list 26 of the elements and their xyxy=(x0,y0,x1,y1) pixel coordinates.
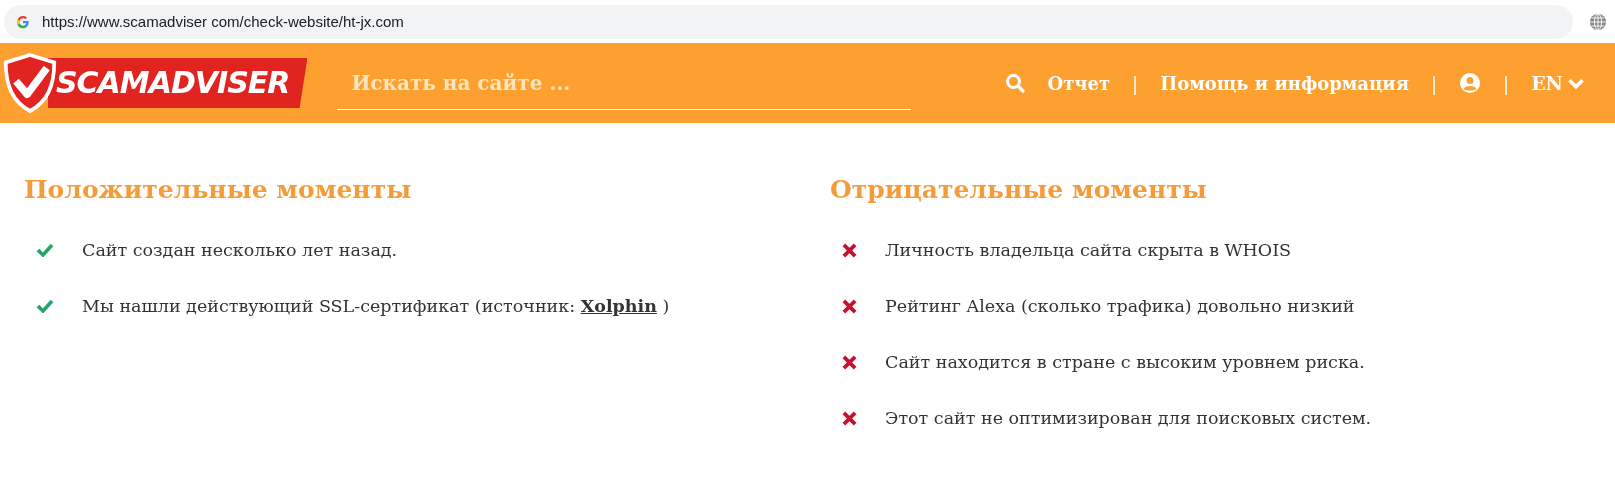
list-item-text: Сайт находится в стране с высоким уровнем риска. xyxy=(885,352,1365,372)
nav-separator: | xyxy=(1431,72,1438,94)
section-heading: Положительные моменты xyxy=(24,175,413,204)
list-item-text: Мы нашли действующий SSL-сертификат (источник: Xolphin ) xyxy=(82,296,670,316)
search-field[interactable]: Искать на сайте ... xyxy=(337,56,912,110)
source-link[interactable]: Xolphin xyxy=(580,296,657,316)
nav-separator: | xyxy=(1132,72,1139,94)
list-item-text: Рейтинг Alexa (сколько трафика) довольно низкий xyxy=(885,296,1355,316)
google-icon xyxy=(16,14,30,29)
nav-separator: | xyxy=(1503,72,1510,94)
list-item-text: Личность владельца сайта скрыта в WHOIS xyxy=(885,240,1292,260)
account-icon[interactable] xyxy=(1459,72,1482,94)
chevron-down-icon xyxy=(1567,76,1585,90)
address-bar[interactable]: https://www.scamadviser com/check-website/ht-jx.com xyxy=(4,4,1573,39)
url-text: https://www.scamadviser com/check-website/ht-jx.com xyxy=(42,13,404,30)
list-item-text: Этот сайт не оптимизирован для поисковых систем. xyxy=(885,408,1372,428)
cross-icon xyxy=(842,298,857,314)
cross-icon xyxy=(842,354,857,370)
check-icon xyxy=(36,243,54,257)
section-heading: Отрицательные моменты xyxy=(830,175,1208,204)
list-item-text: Сайт создан несколько лет назад. xyxy=(82,240,398,260)
search-icon[interactable] xyxy=(1005,73,1026,93)
cross-icon xyxy=(842,242,857,258)
globe-icon[interactable] xyxy=(1589,12,1607,31)
check-icon xyxy=(36,299,54,313)
cross-icon xyxy=(842,410,857,426)
